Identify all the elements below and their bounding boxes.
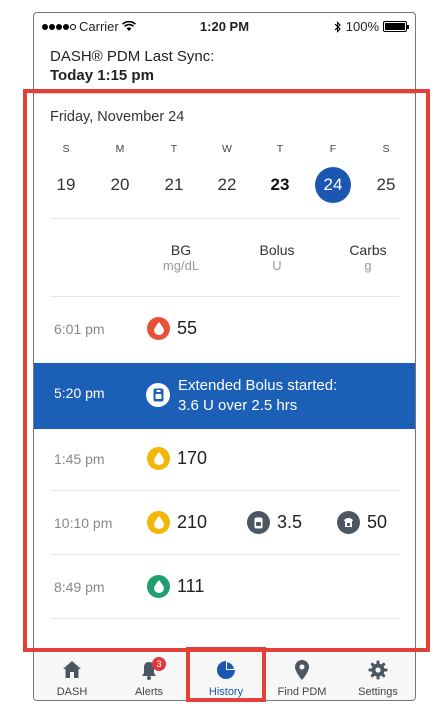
tab-label: Alerts [134, 686, 164, 698]
tab-dash[interactable]: DASH [34, 652, 110, 700]
tab-label: Settings [358, 686, 398, 698]
alerts-badge: 3 [152, 657, 166, 671]
tab-label: DASH [56, 686, 88, 698]
tab-find-pdm[interactable]: Find PDM [264, 652, 340, 700]
tab-label: Find PDM [277, 686, 327, 698]
last-sync-label: DASH® PDM Last Sync: [50, 48, 215, 65]
highlight-frame-history-content [23, 89, 430, 652]
last-sync: DASH® PDM Last Sync: Today 1:15 pm [50, 47, 214, 85]
status-right: 100% [334, 19, 409, 34]
home-icon [63, 661, 81, 678]
tab-alerts[interactable]: 3 Alerts [111, 652, 187, 700]
location-pin-icon [295, 660, 309, 680]
battery-icon [383, 21, 409, 32]
last-sync-time: Today 1:15 pm [50, 67, 154, 84]
highlight-frame-history-tab [186, 647, 266, 702]
gear-icon [368, 660, 388, 680]
tab-settings[interactable]: Settings [340, 652, 415, 700]
bluetooth-icon [334, 20, 341, 33]
battery-percent: 100% [345, 19, 379, 34]
status-bar: Carrier 1:20 PM 100% [34, 13, 415, 39]
